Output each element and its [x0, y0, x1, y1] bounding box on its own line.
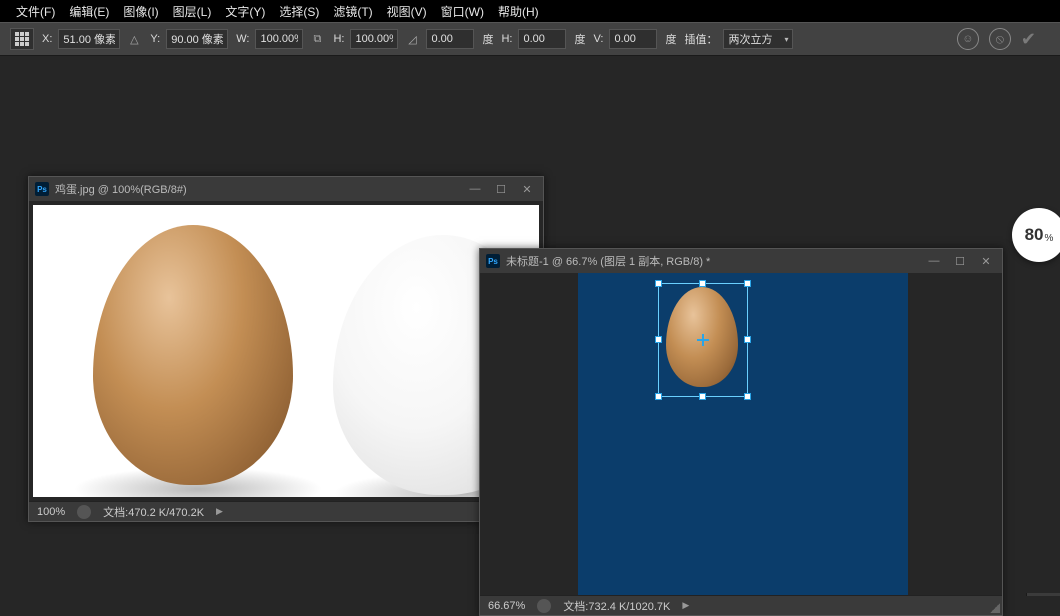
titlebar[interactable]: Ps 鸡蛋.jpg @ 100%(RGB/8#) — ☐ ✕ [29, 177, 543, 201]
transform-handle-sw[interactable] [655, 393, 662, 400]
options-bar: X: △ Y: W: ⧉ H: ◿ 度 H: 度 V: 度 插值： 两次立方 ▾… [0, 22, 1060, 56]
delta-icon[interactable]: △ [126, 31, 142, 47]
menu-file[interactable]: 文件(F) [16, 3, 55, 20]
doc-title: 鸡蛋.jpg @ 100%(RGB/8#) [55, 181, 187, 197]
workspace: Ps 鸡蛋.jpg @ 100%(RGB/8#) — ☐ ✕ 100% 文档:4… [0, 56, 1060, 593]
shear-v-input[interactable] [609, 29, 657, 49]
shear-h-unit: 度 [574, 31, 585, 47]
transform-center-point[interactable] [697, 334, 709, 346]
transform-handle-n[interactable] [699, 280, 706, 287]
brown-egg [93, 225, 293, 485]
doc-size-label: 文档: [103, 507, 128, 519]
interp-label: 插值： [684, 31, 717, 47]
menu-filter[interactable]: 滤镜(T) [333, 3, 372, 20]
transform-handle-w[interactable] [655, 336, 662, 343]
w-input[interactable] [255, 29, 303, 49]
angle-unit: 度 [482, 31, 493, 47]
minimize-button[interactable]: — [924, 253, 944, 269]
maximize-button[interactable]: ☐ [491, 181, 511, 197]
link-icon[interactable]: ⧉ [309, 31, 325, 47]
h-input[interactable] [350, 29, 398, 49]
w-label: W: [236, 33, 249, 45]
transform-handle-ne[interactable] [744, 280, 751, 287]
shear-v-unit: 度 [665, 31, 676, 47]
menu-select[interactable]: 选择(S) [279, 3, 319, 20]
canvas[interactable] [480, 273, 1002, 595]
ps-badge-icon: Ps [35, 182, 49, 196]
menu-window[interactable]: 窗口(W) [441, 3, 484, 20]
titlebar[interactable]: Ps 未标题-1 @ 66.7% (图层 1 副本, RGB/8) * — ☐ … [480, 249, 1002, 273]
transform-bounding-box[interactable] [658, 283, 748, 397]
y-label: Y: [150, 33, 160, 45]
transform-handle-se[interactable] [744, 393, 751, 400]
interp-select[interactable]: 两次立方 ▾ [723, 29, 793, 49]
transform-handle-nw[interactable] [655, 280, 662, 287]
canvas[interactable] [29, 201, 543, 501]
warp-mode-button[interactable]: ☺ [957, 28, 979, 50]
x-input[interactable] [58, 29, 120, 49]
minimize-button[interactable]: — [465, 181, 485, 197]
resize-grip[interactable] [990, 603, 1000, 613]
progress-value: 80 [1025, 225, 1044, 245]
menu-image[interactable]: 图像(I) [123, 3, 158, 20]
doc-size-label: 文档: [563, 601, 588, 613]
shear-v-label: V: [593, 33, 603, 45]
document-window-untitled[interactable]: Ps 未标题-1 @ 66.7% (图层 1 副本, RGB/8) * — ☐ … [479, 248, 1003, 616]
transform-handle-e[interactable] [744, 336, 751, 343]
menu-type[interactable]: 文字(Y) [225, 3, 265, 20]
progress-badge: 80% [1012, 208, 1060, 262]
status-icon[interactable] [537, 599, 551, 613]
close-button[interactable]: ✕ [976, 253, 996, 269]
document-window-eggs[interactable]: Ps 鸡蛋.jpg @ 100%(RGB/8#) — ☐ ✕ 100% 文档:4… [28, 176, 544, 522]
interp-value: 两次立方 [728, 31, 772, 47]
ps-badge-icon: Ps [486, 254, 500, 268]
status-bar: 66.67% 文档:732.4 K/1020.7K ▶ [480, 595, 1002, 615]
doc-size-value: 732.4 K/1020.7K [588, 601, 670, 613]
doc-title: 未标题-1 @ 66.7% (图层 1 副本, RGB/8) * [506, 253, 710, 269]
chevron-down-icon: ▾ [784, 35, 788, 44]
doc-size-value: 470.2 K/470.2K [128, 507, 204, 519]
menubar: 文件(F) 编辑(E) 图像(I) 图层(L) 文字(Y) 选择(S) 滤镜(T… [0, 0, 1060, 22]
status-icon[interactable] [77, 505, 91, 519]
progress-percent: % [1045, 233, 1054, 244]
commit-transform-button[interactable]: ✔ [1021, 29, 1036, 50]
status-menu-arrow[interactable]: ▶ [216, 506, 223, 517]
transform-handle-s[interactable] [699, 393, 706, 400]
cancel-transform-button[interactable]: ⦸ [989, 28, 1011, 50]
menu-layer[interactable]: 图层(L) [173, 3, 212, 20]
document-canvas[interactable] [578, 273, 908, 595]
image-content [33, 205, 539, 497]
menu-edit[interactable]: 编辑(E) [69, 3, 109, 20]
menu-view[interactable]: 视图(V) [387, 3, 427, 20]
status-menu-arrow[interactable]: ▶ [682, 600, 689, 611]
angle-input[interactable] [426, 29, 474, 49]
shear-h-input[interactable] [518, 29, 566, 49]
h-label: H: [333, 33, 344, 45]
zoom-level[interactable]: 66.67% [488, 600, 525, 612]
status-bar: 100% 文档:470.2 K/470.2K ▶ [29, 501, 543, 521]
maximize-button[interactable]: ☐ [950, 253, 970, 269]
close-button[interactable]: ✕ [517, 181, 537, 197]
x-label: X: [42, 33, 52, 45]
reference-point-picker[interactable] [10, 28, 34, 50]
zoom-level[interactable]: 100% [37, 506, 65, 518]
shear-h-label: H: [501, 33, 512, 45]
angle-icon: ◿ [404, 31, 420, 47]
y-input[interactable] [166, 29, 228, 49]
menu-help[interactable]: 帮助(H) [498, 3, 539, 20]
